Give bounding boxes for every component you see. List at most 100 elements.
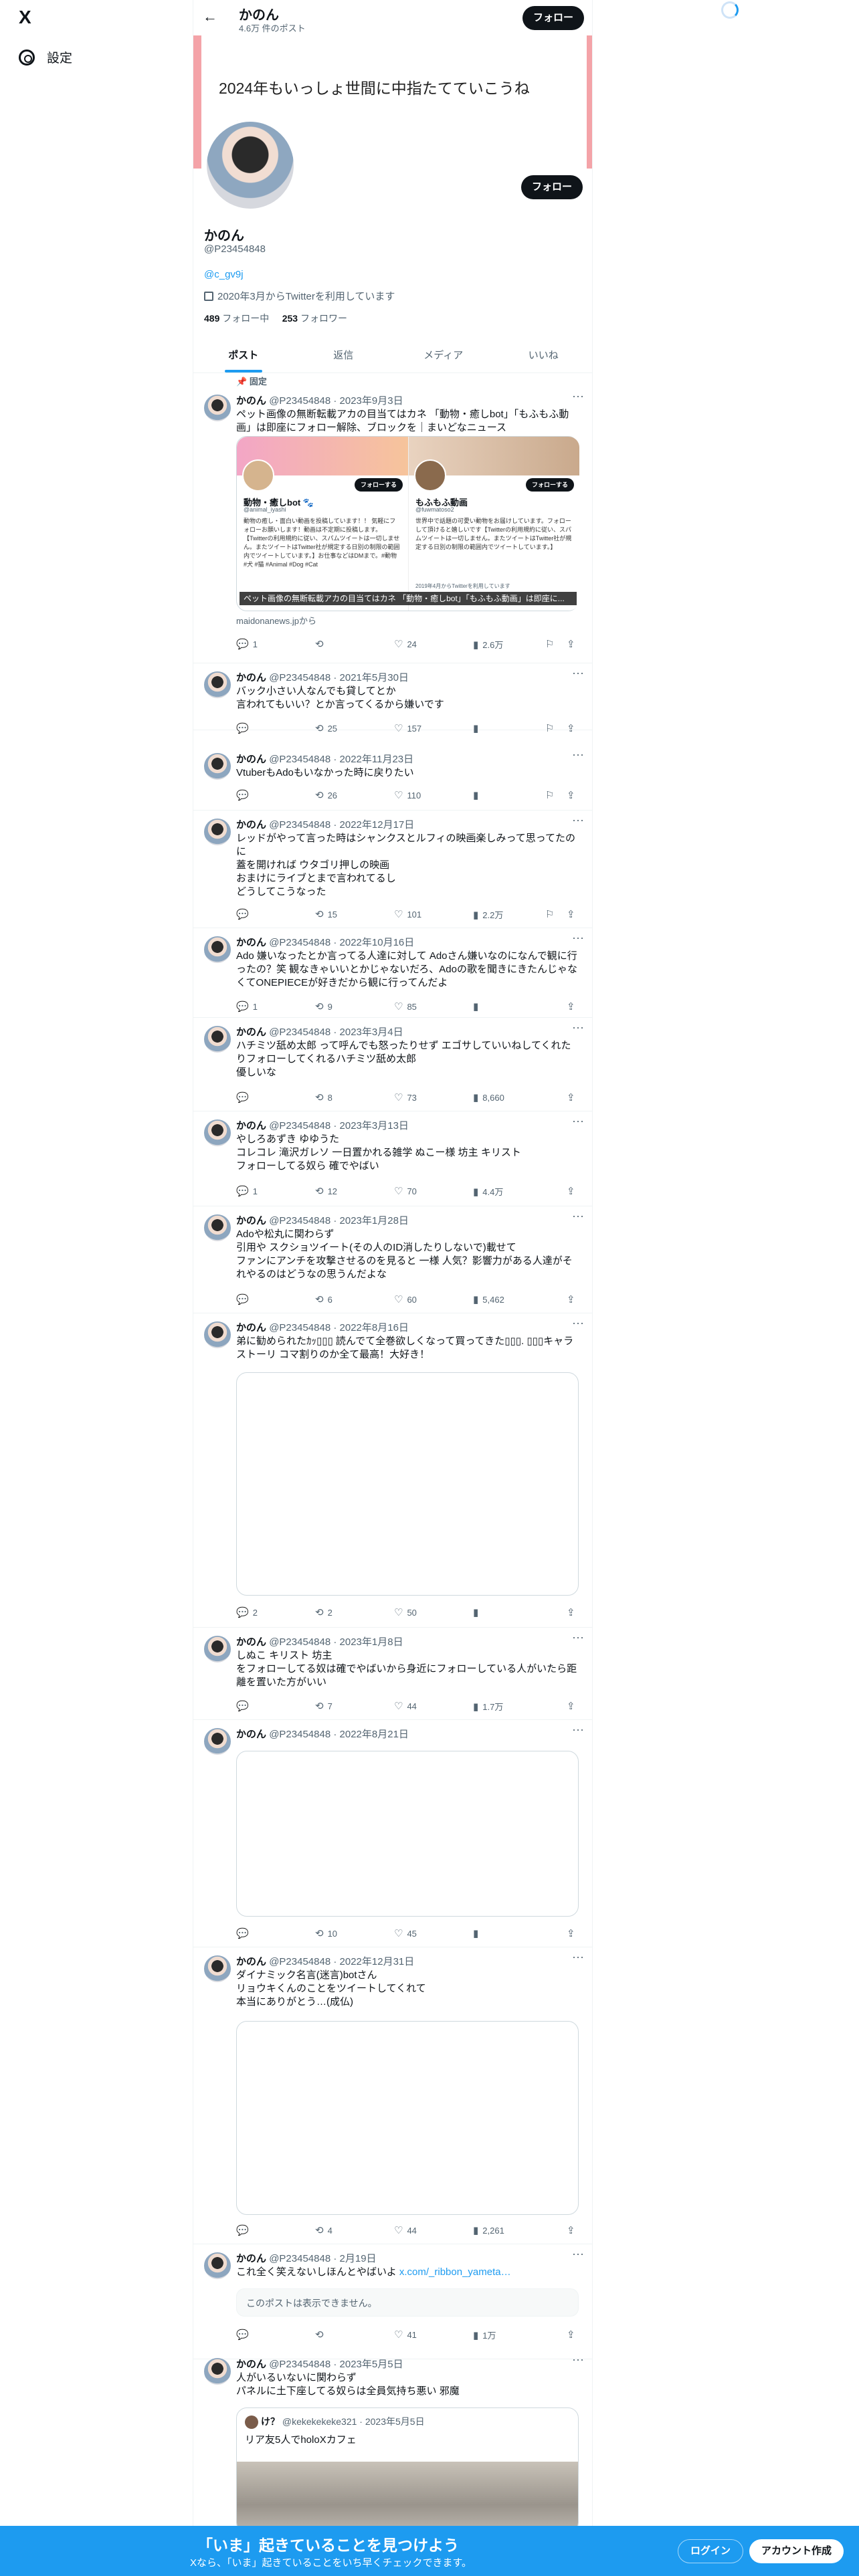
tweet-date[interactable]: 2月19日	[340, 2253, 377, 2264]
share-button[interactable]: ⇪	[567, 789, 575, 801]
retweet-button[interactable]: ⟲ 7	[315, 1700, 332, 1712]
views-button[interactable]: ▮ 8,660	[473, 1091, 504, 1103]
retweet-button[interactable]: ⟲ 8	[315, 1091, 332, 1103]
tweet-date[interactable]: 2021年5月30日	[340, 672, 409, 683]
author-name[interactable]: かのん	[236, 1027, 266, 1038]
more-options-icon[interactable]: ···	[572, 1021, 584, 1035]
signup-button[interactable]: アカウント作成	[749, 2539, 844, 2563]
share-button[interactable]: ⇪	[567, 1185, 575, 1197]
more-options-icon[interactable]: ···	[572, 666, 584, 680]
views-button[interactable]: ▮ 2,261	[473, 2224, 504, 2236]
tab-media[interactable]: メディア	[393, 338, 494, 372]
retweet-button[interactable]: ⟲ 12	[315, 1185, 337, 1197]
tweet-date[interactable]: 2023年9月3日	[340, 395, 403, 407]
retweet-button[interactable]: ⟲ 26	[315, 789, 337, 801]
more-options-icon[interactable]: ···	[572, 931, 584, 945]
retweet-button[interactable]: ⟲	[315, 2329, 328, 2341]
avatar[interactable]	[204, 1026, 231, 1053]
like-button[interactable]: ♡ 50	[394, 1606, 417, 1618]
retweet-button[interactable]: ⟲ 4	[315, 2224, 332, 2236]
card-domain[interactable]: maidonanews.jpから	[236, 614, 316, 627]
author-name[interactable]: かのん	[236, 1215, 266, 1226]
more-options-icon[interactable]: ···	[572, 748, 584, 762]
retweet-button[interactable]: ⟲ 15	[315, 908, 337, 920]
like-button[interactable]: ♡ 70	[394, 1185, 417, 1197]
tweet-date[interactable]: 2023年1月8日	[340, 1636, 403, 1648]
tweet-date[interactable]: 2022年11月23日	[340, 754, 414, 765]
tweet-date[interactable]: 2023年3月13日	[340, 1120, 409, 1132]
views-button[interactable]: ▮ 4.4万	[473, 1185, 503, 1198]
like-button[interactable]: ♡ 44	[394, 2224, 417, 2236]
reply-button[interactable]: 💬	[236, 722, 253, 734]
following-link[interactable]: 489 フォロー中	[204, 313, 269, 324]
profile-follow-button[interactable]: フォロー	[520, 175, 583, 199]
views-button[interactable]: ▮ 2.6万	[473, 638, 503, 651]
author-name[interactable]: かのん	[236, 395, 266, 407]
share-button[interactable]: ⇪	[567, 908, 575, 920]
back-arrow-icon[interactable]: ←	[203, 8, 217, 25]
tweet-date[interactable]: 2023年3月4日	[340, 1027, 403, 1038]
followers-link[interactable]: 253 フォロワー	[282, 313, 347, 324]
more-options-icon[interactable]: ···	[572, 1723, 584, 1737]
share-button[interactable]: ⇪	[567, 1091, 575, 1103]
author-name[interactable]: かのん	[236, 1322, 266, 1333]
bookmark-button[interactable]: ⚐	[545, 908, 554, 920]
tab-likes[interactable]: いいね	[494, 338, 593, 372]
author-name[interactable]: かのん	[236, 937, 266, 948]
tweet[interactable]: かのん @P23454848 · 2022年10月16日 ··· Ado 嫌いな…	[193, 928, 592, 1018]
views-button[interactable]: ▮	[473, 1000, 482, 1012]
avatar[interactable]	[204, 395, 231, 421]
bookmark-button[interactable]: ⚐	[545, 789, 554, 801]
avatar[interactable]	[204, 753, 231, 780]
avatar[interactable]	[204, 671, 231, 698]
more-options-icon[interactable]: ···	[572, 2353, 584, 2367]
login-button[interactable]: ログイン	[678, 2539, 744, 2563]
more-options-icon[interactable]: ···	[572, 813, 584, 827]
profile-bio-link[interactable]: @c_gv9j	[204, 269, 244, 280]
share-button[interactable]: ⇪	[567, 1927, 575, 1939]
like-button[interactable]: ♡ 60	[394, 1293, 417, 1305]
reply-button[interactable]: 💬 2	[236, 1606, 258, 1618]
views-button[interactable]: ▮ 5,462	[473, 1293, 504, 1305]
tweet-media[interactable]	[236, 1372, 579, 1596]
tweet[interactable]: かのん @P23454848 · 2022年12月17日 ··· レッドがやって…	[193, 811, 592, 928]
like-button[interactable]: ♡ 24	[394, 638, 417, 650]
tab-posts[interactable]: ポスト	[193, 338, 294, 372]
tweet[interactable]: かのん @P23454848 · 2022年8月21日 ··· 💬 ⟲ 10 ♡ 4…	[193, 1720, 592, 1947]
like-button[interactable]: ♡ 85	[394, 1000, 417, 1012]
share-button[interactable]: ⇪	[567, 1700, 575, 1712]
like-button[interactable]: ♡ 101	[394, 908, 421, 920]
author-name[interactable]: かのん	[236, 819, 266, 831]
more-options-icon[interactable]: ···	[572, 1114, 584, 1128]
author-name[interactable]: かのん	[236, 672, 266, 683]
tweet-date[interactable]: 2022年8月21日	[340, 1729, 409, 1740]
profile-avatar[interactable]	[204, 119, 296, 211]
author-name[interactable]: かのん	[236, 754, 266, 765]
reply-button[interactable]: 💬	[236, 1091, 253, 1103]
tweet-media[interactable]	[236, 1751, 579, 1917]
avatar[interactable]	[204, 936, 231, 963]
tweet-date[interactable]: 2022年10月16日	[340, 937, 415, 948]
avatar[interactable]	[204, 1214, 231, 1241]
tweet-date[interactable]: 2023年1月28日	[340, 1215, 409, 1226]
avatar[interactable]	[204, 1728, 231, 1755]
tweet-date[interactable]: 2022年12月17日	[340, 819, 415, 831]
more-options-icon[interactable]: ···	[572, 1950, 584, 1964]
tweet[interactable]: かのん @P23454848 · 2021年5月30日 ··· バック小さい人な…	[193, 663, 592, 734]
like-button[interactable]: ♡ 41	[394, 2329, 417, 2341]
tweet[interactable]: かのん @P23454848 · 2022年11月23日 ··· Vtuberも…	[193, 745, 592, 811]
share-button[interactable]: ⇪	[567, 1606, 575, 1618]
tweet-date[interactable]: 2023年5月5日	[340, 2359, 403, 2370]
avatar[interactable]	[204, 2358, 231, 2385]
more-options-icon[interactable]: ···	[572, 389, 584, 403]
retweet-button[interactable]: ⟲ 10	[315, 1927, 337, 1939]
share-button[interactable]: ⇪	[567, 1293, 575, 1305]
tweet-date[interactable]: 2022年12月31日	[340, 1956, 415, 1967]
reply-button[interactable]: 💬	[236, 1927, 253, 1939]
tweet-link[interactable]: x.com/_ribbon_yameta…	[399, 2266, 511, 2278]
author-name[interactable]: かのん	[236, 1956, 266, 1967]
tweet-media[interactable]	[236, 2021, 579, 2215]
tweet[interactable]: かのん @P23454848 · 2022年12月31日 ··· ダイナミック名…	[193, 1947, 592, 2244]
share-button[interactable]: ⇪	[567, 638, 575, 650]
x-logo-icon[interactable]: X	[19, 7, 39, 27]
